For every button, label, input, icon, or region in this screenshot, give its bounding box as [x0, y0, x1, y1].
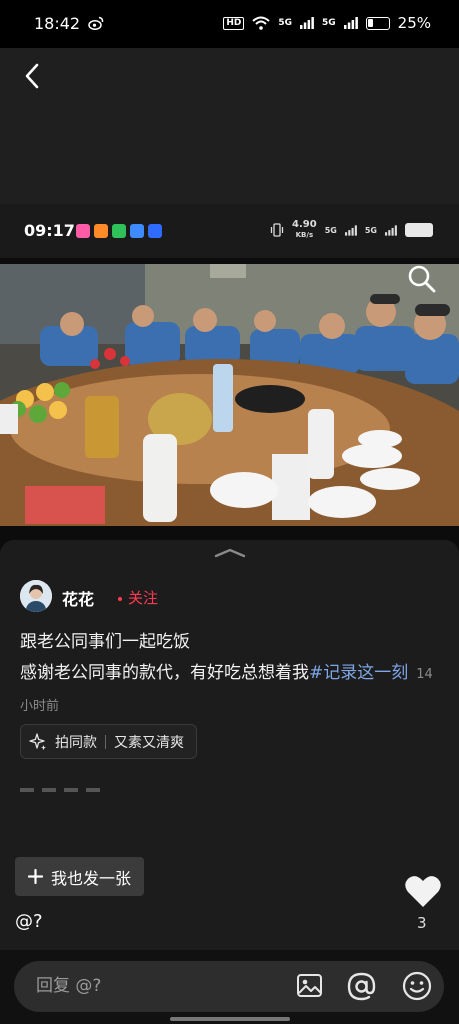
emoji-icon[interactable]	[402, 971, 432, 1001]
same-style-template-chip[interactable]: 拍同款 又素又清爽	[20, 724, 197, 759]
username[interactable]: 花花	[62, 586, 94, 610]
embedded-signal-2: 5G	[364, 225, 377, 235]
embedded-signal-1: 5G	[324, 225, 337, 235]
caption-text: 感谢老公同事的款代，有好吃总想着我	[20, 663, 309, 683]
embedded-indicators: 4.90 KB/s 5G 5G	[270, 220, 433, 240]
embedded-battery-icon	[405, 223, 433, 237]
image-header-area	[0, 48, 459, 204]
plus-icon	[28, 869, 43, 884]
search-icon[interactable]	[407, 264, 437, 294]
template-label: 拍同款	[55, 734, 97, 751]
signal-bars-icon	[344, 224, 357, 236]
sparkle-icon	[29, 732, 46, 750]
post-too-label: 我也发一张	[51, 868, 132, 888]
reply-input[interactable]	[36, 976, 256, 996]
signal-label-1: 5G	[278, 18, 292, 28]
post-caption: 跟老公同事们一起吃饭 感谢老公同事的款代，有好吃总想着我#记录这一刻 14小时前	[20, 627, 440, 722]
signal-bars-icon	[385, 224, 397, 236]
home-indicator	[170, 1017, 290, 1021]
status-indicators: HD 5G 5G 25%	[223, 14, 431, 32]
wifi-icon	[252, 16, 271, 30]
weibo-icon	[88, 16, 104, 30]
heart-icon[interactable]	[404, 873, 442, 909]
embedded-speed: 4.90	[292, 219, 317, 230]
battery-level: 25%	[397, 14, 431, 32]
app-icon	[76, 224, 90, 238]
embedded-speed-unit: KB/s	[295, 231, 314, 239]
post-photo[interactable]	[0, 264, 459, 526]
app-icon	[112, 224, 126, 238]
avatar[interactable]	[20, 580, 52, 612]
hashtag-link[interactable]: #记录这一刻	[309, 663, 408, 683]
signal-label-2: 5G	[322, 18, 336, 28]
chip-divider	[105, 734, 106, 749]
sheet-collapse-handle[interactable]	[214, 548, 246, 558]
hd-badge: HD	[223, 16, 245, 30]
app-icon	[148, 224, 162, 238]
battery-icon	[365, 16, 390, 30]
scrolled-section-edge	[20, 782, 170, 792]
caption-line-1: 跟老公同事们一起吃饭	[20, 632, 190, 652]
app-icon	[130, 224, 144, 238]
avatar-image	[20, 580, 52, 612]
status-time: 18:42	[34, 14, 81, 33]
back-icon[interactable]	[22, 62, 42, 90]
follow-label: 关注	[128, 589, 159, 607]
embedded-app-icons	[76, 224, 162, 238]
template-name: 又素又清爽	[114, 734, 184, 751]
signal-bars-icon	[343, 17, 358, 29]
caption-line-2: 感谢老公同事的款代，有好吃总想着我#记录这一刻 14小时前	[20, 658, 440, 722]
embedded-status-bar: 09:17 4.90 KB/s 5G 5G	[0, 204, 459, 258]
status-bar: 18:42 HD 5G 5G 25%	[0, 0, 459, 48]
image-icon[interactable]	[296, 972, 323, 999]
at-icon[interactable]	[347, 972, 376, 1001]
like-count: 3	[417, 914, 427, 932]
embedded-time: 09:17	[24, 221, 75, 240]
mention-text: @?	[15, 911, 43, 932]
dinner-photo-illustration	[0, 264, 459, 526]
signal-bars-icon	[300, 17, 314, 29]
follow-dot	[118, 596, 122, 601]
vibrate-icon	[270, 223, 284, 237]
follow-button[interactable]: 关注	[118, 587, 158, 608]
post-too-button[interactable]: 我也发一张	[15, 857, 145, 896]
app-icon	[94, 224, 108, 238]
